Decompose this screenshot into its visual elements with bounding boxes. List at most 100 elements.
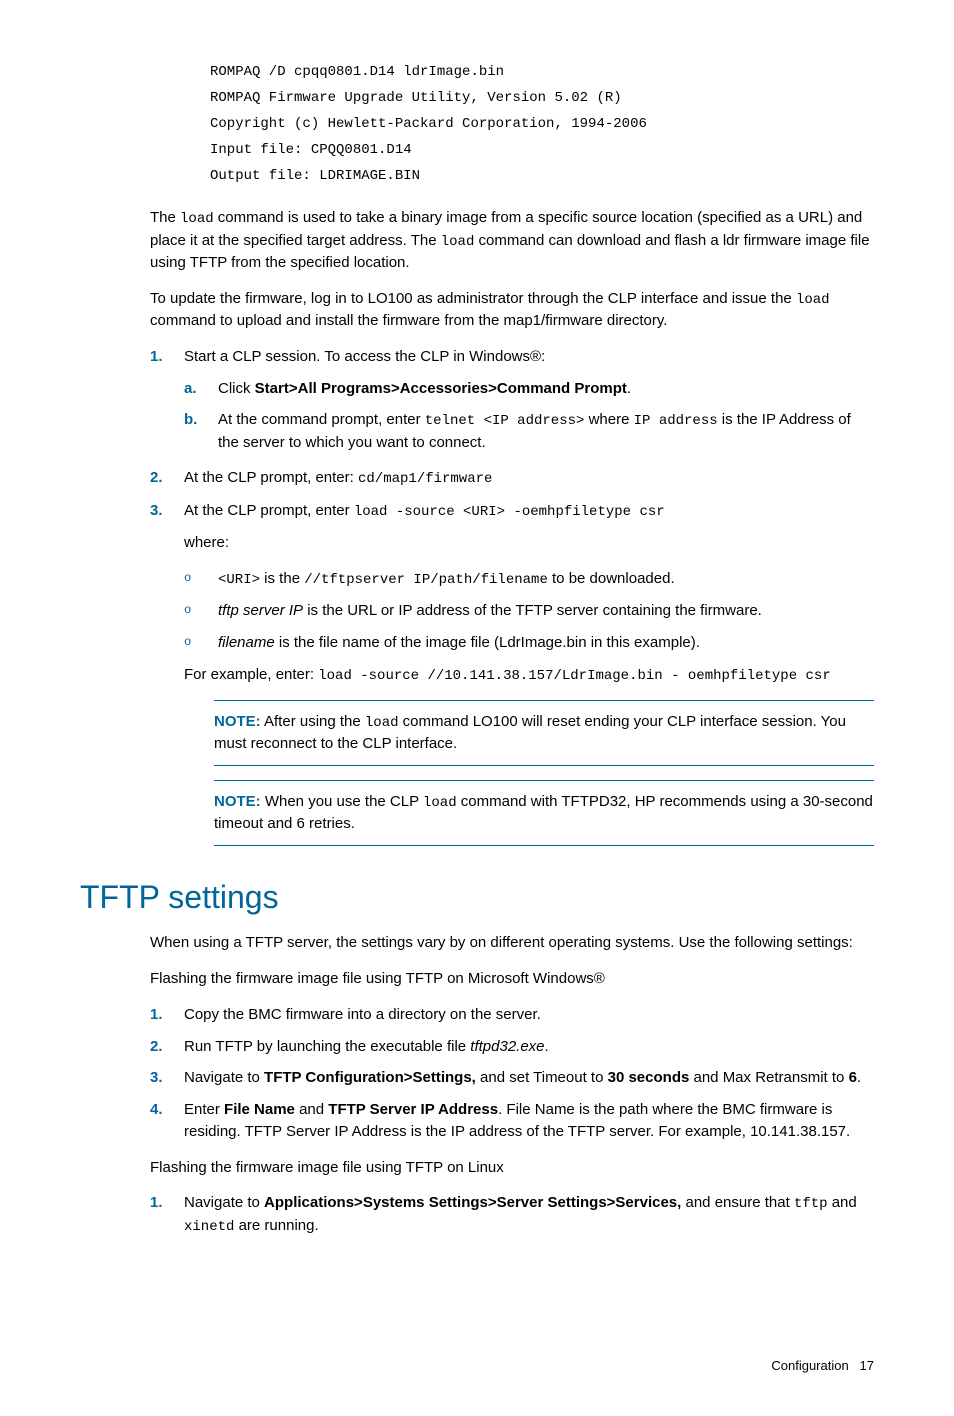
text: and: [828, 1194, 857, 1211]
text: and: [295, 1101, 328, 1118]
step-number: 4.: [150, 1099, 163, 1121]
page-content: ROMPAQ /D cpqq0801.D14 ldrImage.bin ROMP…: [150, 60, 874, 1237]
italic-text: tftp server IP: [218, 602, 303, 619]
steps-list: 1. Start a CLP session. To access the CL…: [150, 346, 874, 846]
page-number: 17: [860, 1358, 874, 1373]
text: and Max Retransmit to: [689, 1069, 848, 1086]
paragraph: For example, enter: load -source //10.14…: [184, 664, 874, 686]
text: and set Timeout to: [476, 1069, 608, 1086]
list-item: 3. At the CLP prompt, enter load -source…: [150, 500, 874, 846]
bold-text: 6: [849, 1069, 857, 1086]
list-item: 2. At the CLP prompt, enter: cd/map1/fir…: [150, 467, 874, 489]
step-number: 1.: [150, 1192, 163, 1214]
inline-code: xinetd: [184, 1219, 234, 1235]
inline-code: load: [423, 795, 457, 811]
text: where:: [184, 532, 874, 554]
bold-text: 30 seconds: [608, 1069, 690, 1086]
inline-code: load -source //10.141.38.157/LdrImage.bi…: [318, 668, 830, 684]
text: command to upload and install the firmwa…: [150, 312, 667, 329]
text: where: [584, 411, 633, 428]
text: Copy the BMC firmware into a directory o…: [184, 1006, 541, 1023]
inline-code: telnet <IP address>: [425, 413, 585, 429]
text: Enter: [184, 1101, 224, 1118]
inline-code: load: [180, 211, 214, 227]
code-block: ROMPAQ /D cpqq0801.D14 ldrImage.bin ROMP…: [210, 60, 874, 189]
list-item: 2. Run TFTP by launching the executable f…: [150, 1036, 874, 1058]
text: At the CLP prompt, enter: [184, 502, 354, 519]
text: Start a CLP session. To access the CLP i…: [184, 348, 545, 365]
step-number: 1.: [150, 346, 163, 368]
bold-text: TFTP Configuration>Settings,: [264, 1069, 476, 1086]
step-number: 3.: [150, 1067, 163, 1089]
note-box: NOTE: When you use the CLP load command …: [214, 780, 874, 846]
list-item: o tftp server IP is the URL or IP addres…: [184, 600, 874, 622]
text: .: [857, 1069, 861, 1086]
list-item: o <URI> is the //tftpserver IP/path/file…: [184, 568, 874, 590]
bullet-icon: o: [184, 634, 191, 651]
note-box: NOTE: After using the load command LO100…: [214, 700, 874, 766]
code-line: ROMPAQ /D cpqq0801.D14 ldrImage.bin: [210, 60, 874, 86]
bold-text: TFTP Server IP Address: [328, 1101, 498, 1118]
list-item: b. At the command prompt, enter telnet <…: [184, 409, 874, 453]
text: The: [150, 209, 180, 226]
list-item: 1. Start a CLP session. To access the CL…: [150, 346, 874, 454]
footer-section: Configuration: [771, 1358, 848, 1373]
bold-text: Applications>Systems Settings>Server Set…: [264, 1194, 681, 1211]
code-line: ROMPAQ Firmware Upgrade Utility, Version…: [210, 86, 874, 112]
text: is the URL or IP address of the TFTP ser…: [303, 602, 762, 619]
steps-list: 1. Navigate to Applications>Systems Setti…: [150, 1192, 874, 1237]
step-letter: b.: [184, 409, 197, 431]
inline-code: load -source <URI> -oemhpfiletype csr: [354, 504, 665, 520]
code-line: Copyright (c) Hewlett-Packard Corporatio…: [210, 112, 874, 138]
text: At the CLP prompt, enter:: [184, 469, 358, 486]
text: At the command prompt, enter: [218, 411, 425, 428]
text: For example, enter:: [184, 666, 318, 683]
list-item: 3. Navigate to TFTP Configuration>Setting…: [150, 1067, 874, 1089]
inline-code: //tftpserver IP/path/filename: [304, 572, 548, 588]
list-item: o filename is the file name of the image…: [184, 632, 874, 654]
text: .: [545, 1038, 549, 1055]
text: After using the: [261, 713, 365, 730]
paragraph: When using a TFTP server, the settings v…: [150, 932, 874, 954]
inline-code: <URI>: [218, 572, 260, 588]
text: and ensure that: [681, 1194, 794, 1211]
text: Run TFTP by launching the executable fil…: [184, 1038, 470, 1055]
inline-code: IP address: [634, 413, 718, 429]
text: to be downloaded.: [548, 570, 675, 587]
text: Navigate to: [184, 1069, 264, 1086]
page-footer: Configuration 17: [80, 1357, 874, 1376]
code-line: Output file: LDRIMAGE.BIN: [210, 164, 874, 190]
paragraph: The load command is used to take a binar…: [150, 207, 874, 273]
inline-code: load: [365, 715, 399, 731]
bold-text: Start>All Programs>Accessories>Command P…: [255, 380, 627, 397]
list-item: a. Click Start>All Programs>Accessories>…: [184, 378, 874, 400]
heading-tftp-settings: TFTP settings: [80, 874, 874, 920]
step-number: 2.: [150, 467, 163, 489]
inline-code: tftp: [794, 1196, 828, 1212]
step-letter: a.: [184, 378, 197, 400]
paragraph: To update the firmware, log in to LO100 …: [150, 288, 874, 332]
bold-text: File Name: [224, 1101, 295, 1118]
note-label: NOTE:: [214, 713, 261, 730]
bullet-icon: o: [184, 602, 191, 619]
steps-list: 1. Copy the BMC firmware into a directory…: [150, 1004, 874, 1143]
bullet-icon: o: [184, 570, 191, 587]
inline-code: load: [796, 292, 830, 308]
italic-text: tftpd32.exe: [470, 1038, 544, 1055]
list-item: 1. Navigate to Applications>Systems Setti…: [150, 1192, 874, 1237]
list-item: 4. Enter File Name and TFTP Server IP Add…: [150, 1099, 874, 1143]
text: is the: [260, 570, 304, 587]
text: Navigate to: [184, 1194, 264, 1211]
code-line: Input file: CPQQ0801.D14: [210, 138, 874, 164]
note-label: NOTE:: [214, 793, 261, 810]
text: are running.: [234, 1217, 318, 1234]
bullet-list: o <URI> is the //tftpserver IP/path/file…: [184, 568, 874, 654]
paragraph: Flashing the firmware image file using T…: [150, 1157, 874, 1179]
step-number: 1.: [150, 1004, 163, 1026]
paragraph: Flashing the firmware image file using T…: [150, 968, 874, 990]
inline-code: load: [441, 234, 475, 250]
text: Click: [218, 380, 255, 397]
step-number: 2.: [150, 1036, 163, 1058]
text: is the file name of the image file (LdrI…: [275, 634, 700, 651]
list-item: 1. Copy the BMC firmware into a directory…: [150, 1004, 874, 1026]
